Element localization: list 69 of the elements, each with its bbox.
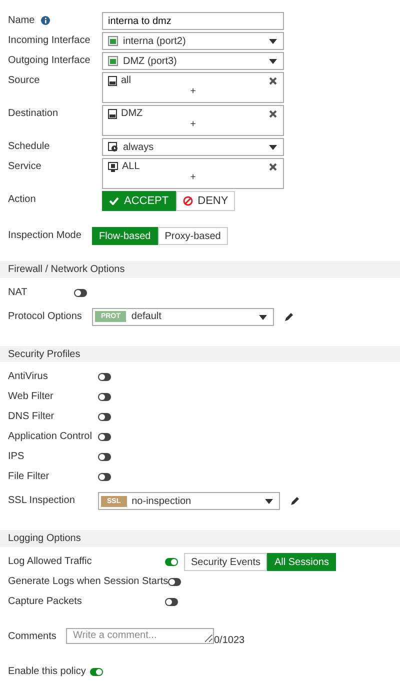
toggle-switch[interactable] bbox=[90, 668, 103, 676]
toggle-switch[interactable] bbox=[168, 578, 182, 586]
caret-icon bbox=[258, 314, 267, 320]
toggle-switch[interactable] bbox=[74, 288, 87, 297]
section-header: Firewall / Network Options bbox=[0, 261, 400, 278]
toggle-switch[interactable] bbox=[98, 393, 111, 402]
toggle-switch[interactable] bbox=[98, 413, 111, 422]
pencil-icon[interactable] bbox=[290, 496, 300, 506]
dropdown-select[interactable]: DMZ (port3) bbox=[102, 52, 284, 70]
field-label: Schedule bbox=[8, 140, 51, 152]
action-option[interactable]: DENY bbox=[176, 191, 236, 211]
dropdown-select[interactable]: always bbox=[102, 138, 284, 156]
server-icon bbox=[108, 108, 117, 118]
option-label: NAT bbox=[8, 286, 28, 298]
comment-field[interactable]: Write a comment... bbox=[66, 628, 214, 644]
option-label: Generate Logs when Session Starts bbox=[8, 575, 168, 588]
calendar-clock-icon bbox=[108, 142, 118, 152]
option-label: Application Control bbox=[8, 430, 93, 442]
section-header: Security Profiles bbox=[0, 346, 400, 362]
mode-option[interactable]: Flow-based bbox=[92, 227, 158, 245]
option-label: Log Allowed Traffic bbox=[8, 555, 93, 568]
field-label: Name bbox=[8, 15, 35, 26]
prohibited-icon bbox=[182, 196, 193, 206]
log-mode-option[interactable]: Security Events bbox=[184, 553, 268, 572]
field-label: Incoming Interface bbox=[8, 34, 92, 46]
entry-list[interactable]: all + bbox=[102, 72, 284, 103]
field-label: Source bbox=[8, 74, 41, 86]
option-label: SSL Inspection bbox=[8, 494, 76, 506]
field-label: Service bbox=[8, 160, 42, 172]
dropdown-select[interactable]: interna (port2) bbox=[102, 32, 284, 50]
server-icon bbox=[108, 76, 117, 86]
section-header: Logging Options bbox=[0, 530, 400, 548]
log-mode-option[interactable]: All Sessions bbox=[267, 553, 336, 572]
toggle-switch[interactable] bbox=[98, 473, 111, 482]
name-input[interactable]: interna to dmz bbox=[102, 12, 284, 30]
option-label: IPS bbox=[8, 450, 26, 462]
mode-option[interactable]: Proxy-based bbox=[158, 227, 228, 245]
field-label: Comments bbox=[8, 630, 58, 642]
field-label: Enable this policy bbox=[8, 665, 87, 678]
close-icon[interactable] bbox=[269, 163, 277, 171]
entry-list[interactable]: DMZ + bbox=[102, 105, 284, 136]
toggle-switch[interactable] bbox=[165, 558, 178, 566]
field-label: Destination bbox=[8, 107, 60, 119]
entry-list[interactable]: ALL + bbox=[102, 158, 284, 189]
checkmark-icon bbox=[109, 197, 119, 205]
caret-icon bbox=[269, 59, 277, 64]
toggle-switch[interactable] bbox=[98, 373, 111, 382]
close-icon[interactable] bbox=[269, 110, 277, 118]
toggle-switch[interactable] bbox=[165, 598, 178, 606]
option-label: Capture Packets bbox=[8, 595, 83, 608]
action-option[interactable]: ACCEPT bbox=[102, 191, 176, 211]
option-label: Web Filter bbox=[8, 390, 54, 402]
caret-icon bbox=[269, 39, 277, 44]
field-label: Inspection Mode bbox=[8, 229, 82, 241]
option-label: File Filter bbox=[8, 470, 50, 482]
caret-icon bbox=[269, 145, 277, 150]
toggle-switch[interactable] bbox=[98, 433, 111, 442]
character-counter: 0/1023 bbox=[214, 634, 245, 646]
close-icon[interactable] bbox=[269, 77, 277, 85]
pencil-icon[interactable] bbox=[284, 312, 294, 322]
caret-icon bbox=[265, 499, 273, 504]
monitor-icon bbox=[108, 162, 118, 172]
info-icon bbox=[40, 16, 50, 25]
option-label: AntiVirus bbox=[8, 370, 49, 382]
option-label: DNS Filter bbox=[8, 410, 56, 422]
option-label: Protocol Options bbox=[8, 310, 83, 322]
field-label: Outgoing Interface bbox=[8, 54, 92, 66]
toggle-switch[interactable] bbox=[98, 453, 111, 462]
field-label: Action bbox=[8, 193, 37, 205]
